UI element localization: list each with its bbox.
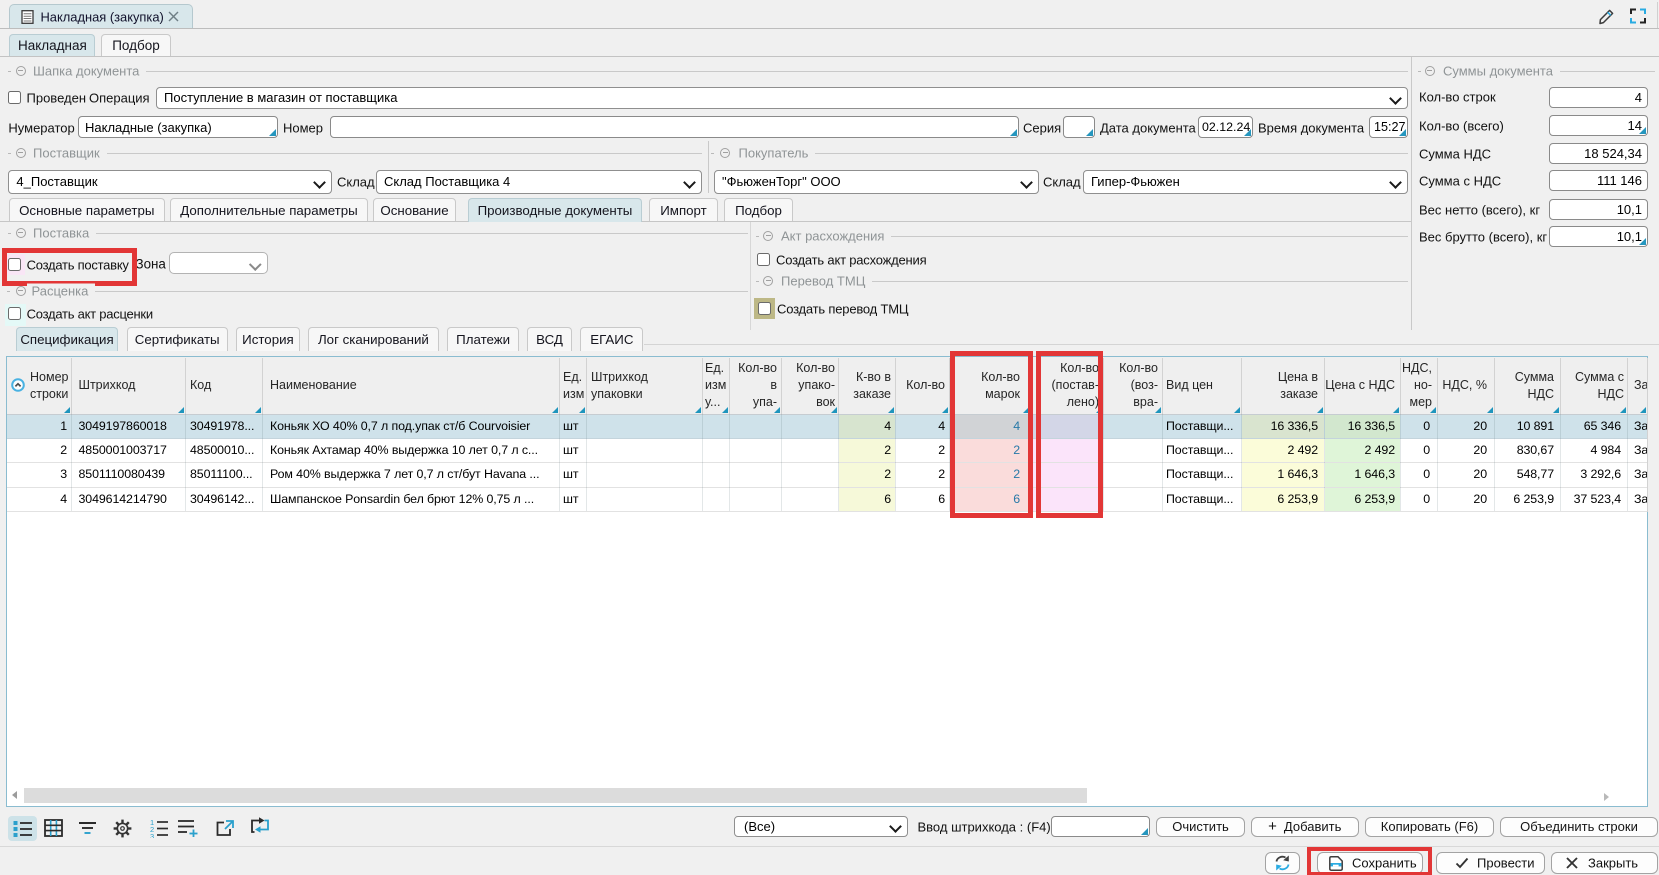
svg-text:3: 3	[150, 832, 154, 838]
